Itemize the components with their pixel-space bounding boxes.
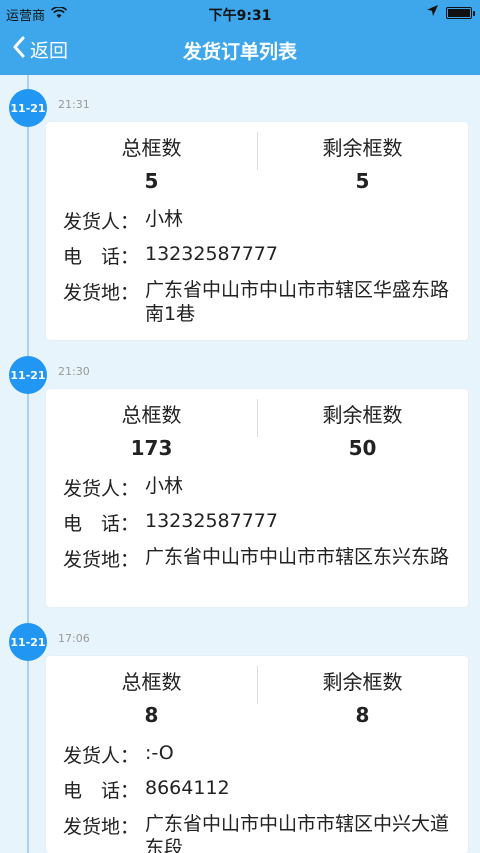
phone-value: 13232587777 bbox=[145, 243, 278, 265]
total-value: 5 bbox=[144, 169, 159, 193]
total-value: 173 bbox=[130, 436, 173, 460]
origin-key: 发货地： bbox=[63, 282, 140, 304]
timeline-line bbox=[27, 75, 29, 853]
total-label: 总框数 bbox=[121, 136, 182, 160]
remaining-count: 剩余框数 50 bbox=[257, 399, 468, 460]
count-summary: 总框数 173 剩余框数 50 bbox=[46, 389, 468, 464]
order-card[interactable]: 总框数 8 剩余框数 8 发货人： :-O 电 话： 8664112 发货地： … bbox=[46, 656, 468, 853]
remaining-value: 50 bbox=[348, 436, 377, 460]
total-label: 总框数 bbox=[121, 670, 182, 694]
origin-row: 发货地： 广东省中山市中山市市辖区中兴大道东段 bbox=[63, 812, 463, 853]
header: 运营商 下午9:31 返回 发货订单列表 bbox=[0, 0, 480, 75]
remaining-label: 剩余框数 bbox=[322, 670, 403, 694]
order-time: 17:06 bbox=[58, 632, 90, 645]
remaining-value: 5 bbox=[355, 169, 370, 193]
phone-value: 13232587777 bbox=[145, 510, 278, 532]
total-label: 总框数 bbox=[121, 403, 182, 427]
origin-value: 广东省中山市中山市市辖区华盛东路南1巷 bbox=[145, 279, 450, 325]
order-card[interactable]: 总框数 5 剩余框数 5 发货人： 小林 电 话： 13232587777 发货… bbox=[46, 122, 468, 340]
origin-value: 广东省中山市中山市市辖区东兴东路 bbox=[145, 546, 450, 568]
total-count: 总框数 5 bbox=[46, 132, 257, 193]
shipper-key: 发货人： bbox=[63, 478, 140, 500]
total-value: 8 bbox=[144, 703, 159, 727]
shipper-row: 发货人： 小林 bbox=[63, 474, 463, 501]
order-time: 21:31 bbox=[58, 98, 90, 111]
origin-row: 发货地： 广东省中山市中山市市辖区华盛东路南1巷 bbox=[63, 278, 463, 326]
status-time: 下午9:31 bbox=[208, 8, 272, 24]
location-arrow-icon bbox=[427, 5, 438, 20]
shipper-row: 发货人： :-O bbox=[63, 741, 463, 768]
date-badge: 11-21 bbox=[9, 356, 47, 394]
remaining-count: 剩余框数 5 bbox=[257, 132, 468, 193]
order-card[interactable]: 总框数 173 剩余框数 50 发货人： 小林 电 话： 13232587777… bbox=[46, 389, 468, 607]
date-badge: 11-21 bbox=[9, 89, 47, 127]
origin-key: 发货地： bbox=[63, 549, 140, 571]
remaining-label: 剩余框数 bbox=[322, 403, 403, 427]
page-title: 发货订单列表 bbox=[182, 41, 297, 63]
origin-row: 发货地： 广东省中山市中山市市辖区东兴东路 bbox=[63, 545, 463, 572]
phone-key: 电 话： bbox=[63, 513, 140, 535]
remaining-label: 剩余框数 bbox=[322, 136, 403, 160]
status-bar: 运营商 下午9:31 bbox=[0, 0, 480, 26]
phone-row: 电 话： 13232587777 bbox=[63, 242, 463, 269]
order-time: 21:30 bbox=[58, 365, 90, 378]
origin-value: 广东省中山市中山市市辖区中兴大道东段 bbox=[145, 813, 450, 853]
shipper-value: :-O bbox=[145, 742, 174, 764]
remaining-value: 8 bbox=[355, 703, 370, 727]
count-summary: 总框数 8 剩余框数 8 bbox=[46, 656, 468, 731]
shipper-value: 小林 bbox=[145, 208, 184, 230]
nav-bar: 返回 发货订单列表 bbox=[0, 26, 480, 75]
total-count: 总框数 173 bbox=[46, 399, 257, 460]
total-count: 总框数 8 bbox=[46, 666, 257, 727]
phone-row: 电 话： 8664112 bbox=[63, 776, 463, 803]
origin-key: 发货地： bbox=[63, 816, 140, 838]
phone-value: 8664112 bbox=[145, 777, 230, 799]
shipper-key: 发货人： bbox=[63, 211, 140, 233]
shipper-key: 发货人： bbox=[63, 745, 140, 767]
date-badge: 11-21 bbox=[9, 623, 47, 661]
phone-key: 电 话： bbox=[63, 780, 140, 802]
shipper-value: 小林 bbox=[145, 475, 184, 497]
count-summary: 总框数 5 剩余框数 5 bbox=[46, 122, 468, 197]
shipper-row: 发货人： 小林 bbox=[63, 207, 463, 234]
phone-key: 电 话： bbox=[63, 246, 140, 268]
phone-row: 电 话： 13232587777 bbox=[63, 509, 463, 536]
battery-icon bbox=[446, 6, 475, 19]
remaining-count: 剩余框数 8 bbox=[257, 666, 468, 727]
